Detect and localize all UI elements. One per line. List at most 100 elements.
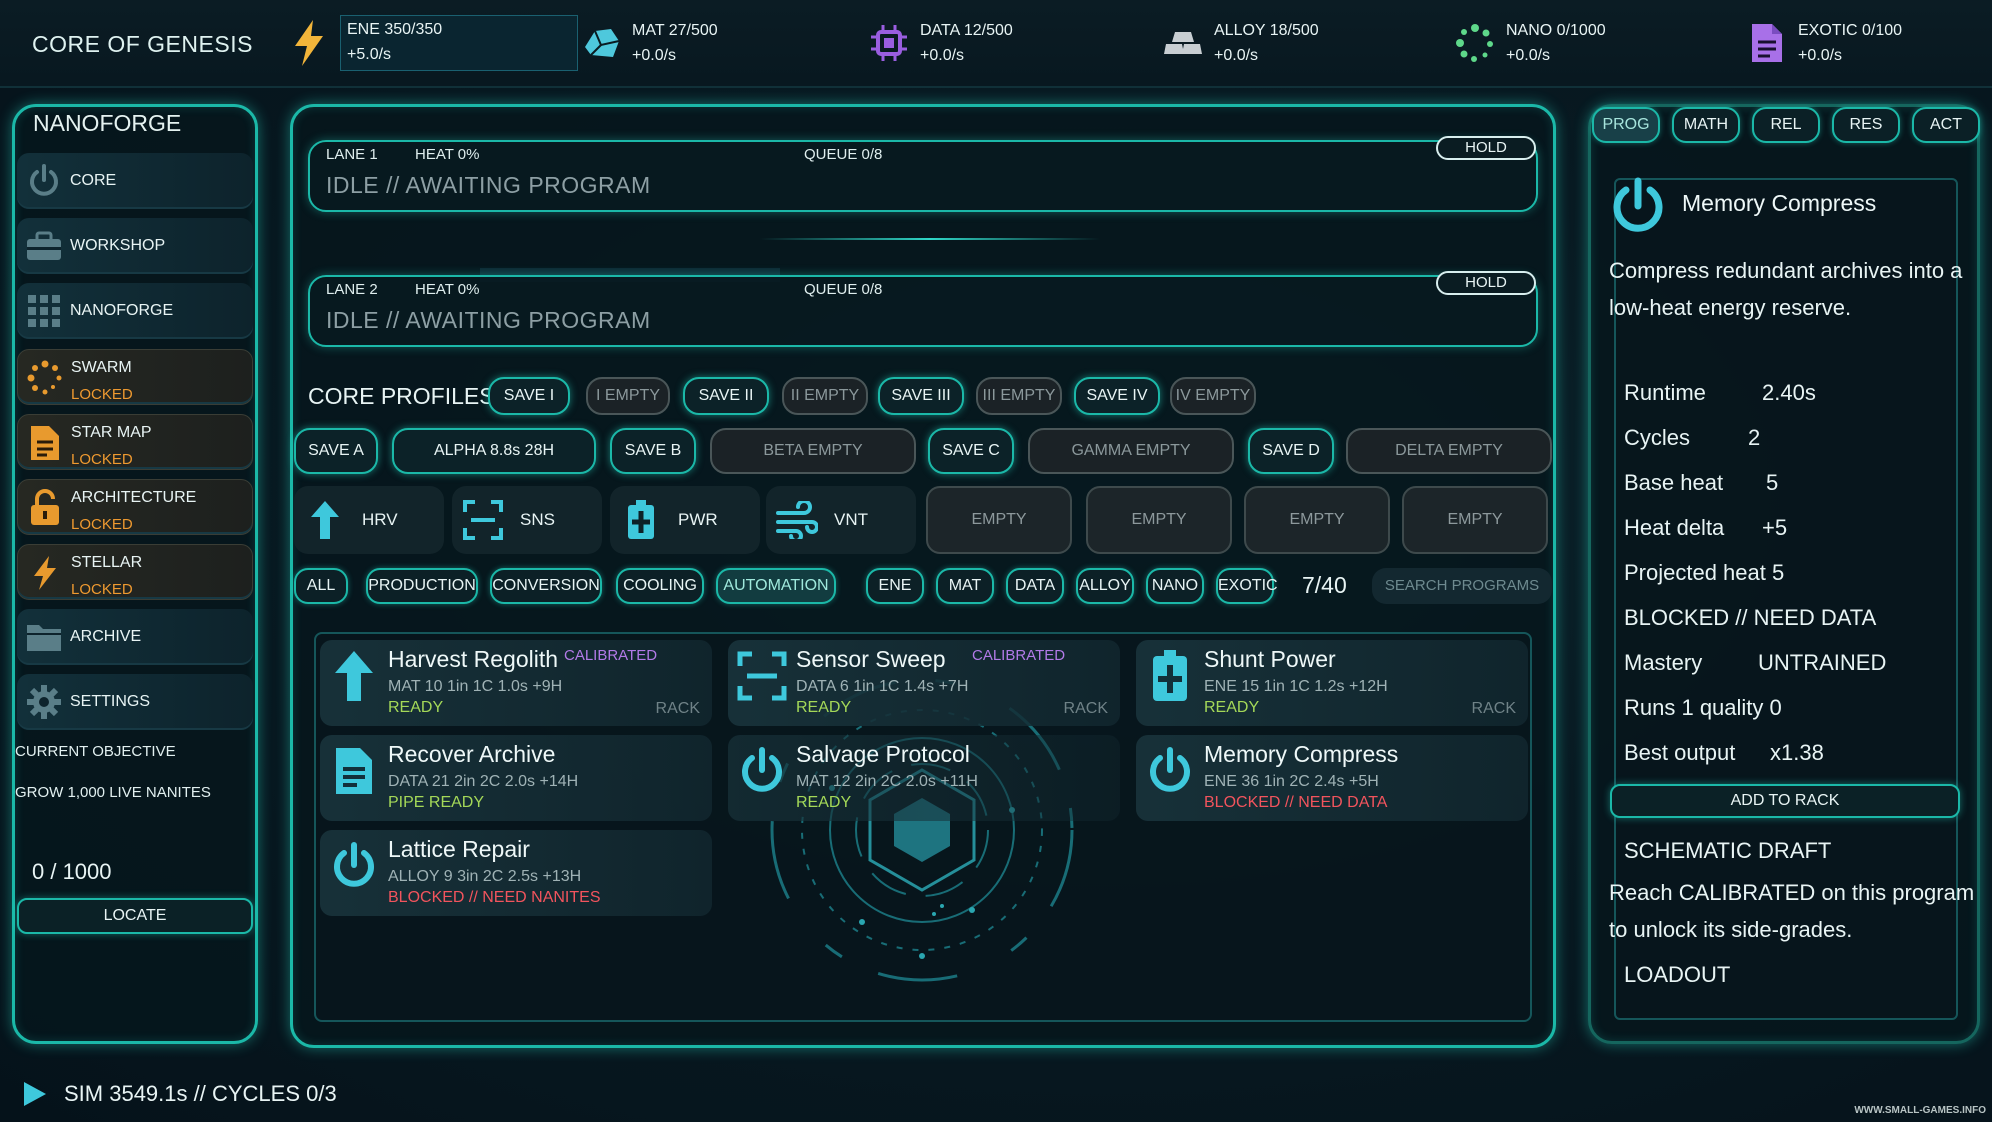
grid-icon [25,292,63,330]
arrow-up-icon [302,497,348,543]
nav-item-stellar[interactable]: STELLAR LOCKED [17,544,253,600]
battery-icon [618,497,664,543]
nav-item-swarm[interactable]: SWARM LOCKED [17,349,253,405]
hotbar-slot-vnt[interactable]: VNT [766,486,916,554]
profile-alpha[interactable]: ALPHA 8.8s 28H [392,428,596,474]
tab-act[interactable]: ACT [1912,107,1980,143]
program-card-recover-archive[interactable]: Recover Archive DATA 21 2in 2C 2.0s +14H… [320,735,712,821]
save-slot-button[interactable]: SAVE I [488,377,570,415]
resource-data: DATA 12/500 +0.0/s [866,16,1013,70]
lane-name: LANE 1 [326,146,378,163]
program-name: Sensor Sweep [796,646,946,672]
add-to-rack-button[interactable]: ADD TO RACK [1610,784,1960,818]
hotbar-slot-hrv[interactable]: HRV [294,486,444,554]
save-profile-button[interactable]: SAVE B [610,428,696,474]
nav-item-architecture[interactable]: ARCHITECTURE LOCKED [17,479,253,535]
locate-button[interactable]: LOCATE [17,898,253,934]
program-card-harvest-regolith[interactable]: Harvest Regolith CALIBRATED MAT 10 1in 1… [320,640,712,726]
nav-item-star-map[interactable]: STAR MAP LOCKED [17,414,253,470]
rack-label[interactable]: RACK [656,700,700,718]
save-slot-button[interactable]: SAVE III [878,377,964,415]
tab-res[interactable]: RES [1832,107,1900,143]
profile-beta[interactable]: BETA EMPTY [710,428,916,474]
profile-delta[interactable]: DELTA EMPTY [1346,428,1552,474]
nav-item-core[interactable]: CORE [17,153,253,209]
filter-conversion[interactable]: CONVERSION [490,568,602,604]
rack-label[interactable]: RACK [1472,700,1516,718]
filter-automation[interactable]: AUTOMATION [716,568,836,604]
profile-gamma[interactable]: GAMMA EMPTY [1028,428,1234,474]
program-card-shunt-power[interactable]: Shunt Power ENE 15 1in 1C 1.2s +12H READ… [1136,640,1528,726]
empty-slot-button[interactable]: III EMPTY [976,377,1062,415]
stat-row: Cycles 2 [1624,425,1760,451]
program-card-sensor-sweep[interactable]: Sensor Sweep CALIBRATED DATA 6 1in 1C 1.… [728,640,1120,726]
nav-item-settings[interactable]: SETTINGS [17,674,253,730]
objective-heading: CURRENT OBJECTIVE [15,743,176,760]
hotbar-slot-pwr[interactable]: PWR [610,486,760,554]
filter-nano[interactable]: NANO [1146,568,1204,604]
filter-production[interactable]: PRODUCTION [366,568,478,604]
rack-label[interactable]: RACK [1064,700,1108,718]
hotbar-empty-slot[interactable]: EMPTY [1402,486,1548,554]
save-slot-button[interactable]: SAVE IV [1074,377,1160,415]
stat-row: Best output x1.38 [1624,740,1824,766]
empty-slot-button[interactable]: II EMPTY [782,377,868,415]
bolt-icon [26,554,64,592]
stat-key: Runs 1 quality 0 [1624,695,1782,720]
arrow-up-icon [328,646,380,706]
filter-cooling[interactable]: COOLING [616,568,704,604]
program-card-lattice-repair[interactable]: Lattice Repair ALLOY 9 3in 2C 2.5s +13H … [320,830,712,916]
filter-alloy[interactable]: ALLOY [1076,568,1134,604]
tab-math[interactable]: MATH [1672,107,1740,143]
nav-item-nanoforge[interactable]: NANOFORGE [17,283,253,339]
save-profile-button[interactable]: SAVE D [1248,428,1334,474]
program-status: BLOCKED // NEED DATA [1204,794,1388,811]
power-icon [736,741,788,801]
lane-2[interactable]: LANE 2 HEAT 0% QUEUE 0/8 IDLE // AWAITIN… [308,271,1538,347]
program-stats: DATA 21 2in 2C 2.0s +14H [388,773,579,790]
empty-slot-button[interactable]: I EMPTY [586,377,670,415]
program-name: Harvest Regolith [388,646,559,672]
search-programs-input[interactable]: SEARCH PROGRAMS [1372,568,1552,604]
empty-slot-button[interactable]: IV EMPTY [1170,377,1256,415]
hotbar-empty-slot[interactable]: EMPTY [926,486,1072,554]
gear-icon [25,683,63,721]
resource-energy: ENE 350/350 +5.0/s [286,15,578,71]
program-status: READY [796,699,852,716]
hotbar-empty-slot[interactable]: EMPTY [1244,486,1390,554]
filter-exotic[interactable]: EXOTIC [1216,568,1278,604]
hotbar-empty-slot[interactable]: EMPTY [1086,486,1232,554]
stat-key: BLOCKED // NEED DATA [1624,605,1877,630]
loadout-label: LOADOUT [1624,962,1731,987]
lane-1[interactable]: LANE 1 HEAT 0% QUEUE 0/8 IDLE // AWAITIN… [308,136,1538,212]
sim-time: SIM 3549.1s // CYCLES 0/3 [64,1081,337,1106]
program-card-salvage-protocol[interactable]: Salvage Protocol MAT 12 2in 2C 2.0s +11H… [728,735,1120,821]
hotbar-slot-sns[interactable]: SNS [452,486,602,554]
save-slot-button[interactable]: SAVE II [683,377,769,415]
filter-mat[interactable]: MAT [936,568,994,604]
program-card-memory-compress[interactable]: Memory Compress ENE 36 1in 2C 2.4s +5H B… [1136,735,1528,821]
save-profile-button[interactable]: SAVE A [294,428,378,474]
hold-button[interactable]: HOLD [1436,271,1536,295]
save-profile-button[interactable]: SAVE C [928,428,1014,474]
stat-key: Mastery [1624,650,1703,675]
tab-rel[interactable]: REL [1752,107,1820,143]
lane-divider-glow [760,238,1100,240]
filter-data[interactable]: DATA [1006,568,1064,604]
hold-button[interactable]: HOLD [1436,136,1536,160]
program-name: Shunt Power [1204,646,1336,672]
nav-item-archive[interactable]: ARCHIVE [17,609,253,665]
nano-amount: NANO 0/1000 [1506,22,1606,39]
ingot-icon [1160,20,1206,66]
power-icon [1608,176,1668,236]
lane-status: IDLE // AWAITING PROGRAM [326,307,651,333]
tab-prog[interactable]: PROG [1592,107,1660,143]
filter-all[interactable]: ALL [294,568,348,604]
program-status: PIPE READY [388,794,485,811]
filter-ene[interactable]: ENE [866,568,924,604]
nano-rate: +0.0/s [1506,47,1551,64]
play-icon[interactable] [20,1080,48,1108]
nav-title: NANOFORGE [33,110,182,136]
nav-item-workshop[interactable]: WORKSHOP [17,218,253,274]
hotbar-label: SNS [520,510,555,529]
